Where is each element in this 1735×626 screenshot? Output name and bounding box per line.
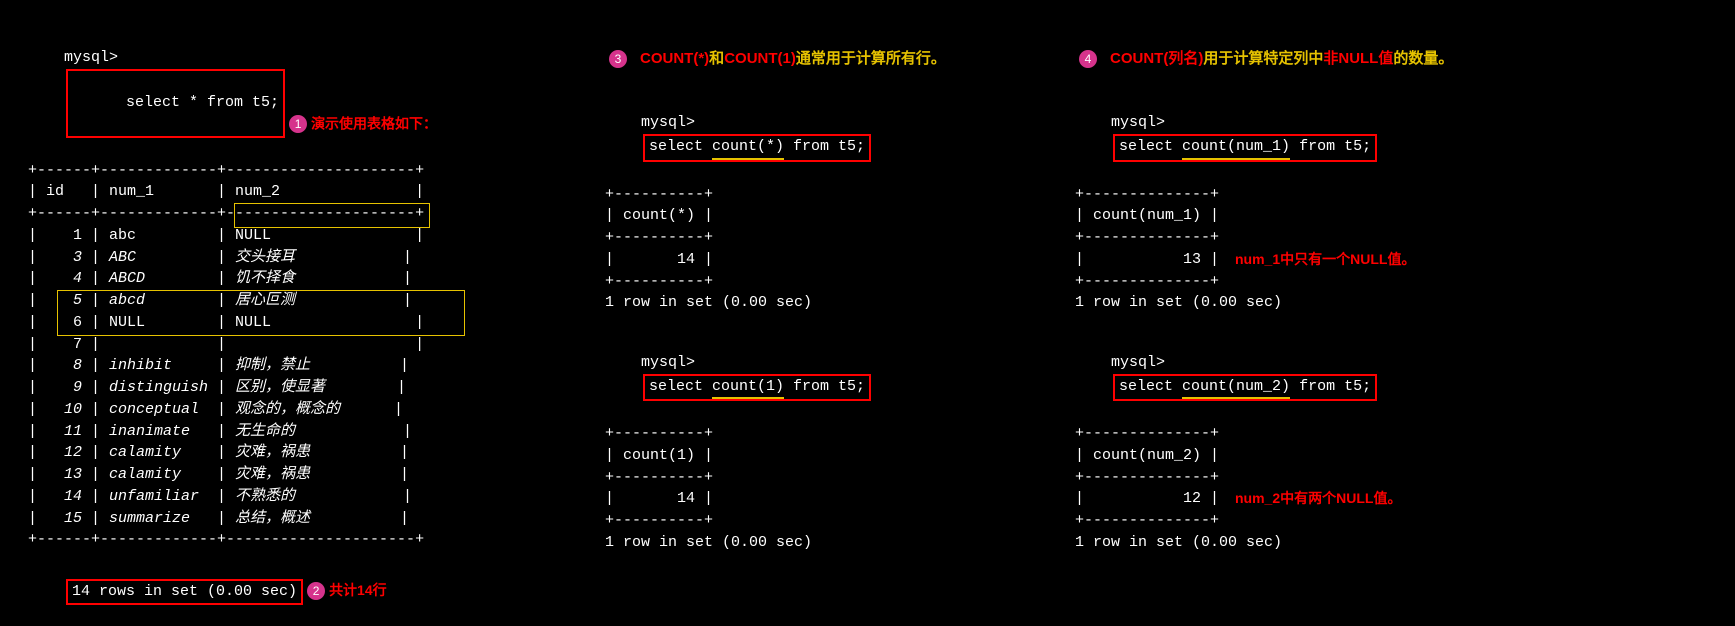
underline-count-num1: count(num_1) <box>1182 136 1290 160</box>
underline-count-num2: count(num_2) <box>1182 376 1290 400</box>
caption-3-line: 3 COUNT(*)和COUNT(1)通常用于计算所有行。 <box>605 48 1065 71</box>
result-count-star: +----------+ | count(*) | +----------+ |… <box>605 184 1065 315</box>
query-line-1: mysql> select * from t5; 1演示使用表格如下： <box>28 25 588 160</box>
query-box: select count(*) from t5; <box>643 134 871 162</box>
table-row: | 4 | ABCD | 饥不择食 | <box>28 270 412 287</box>
mysql-prompt: mysql> <box>1111 114 1165 131</box>
table-row: | 13 | calamity | 灾难，祸患 | <box>28 466 409 483</box>
footer-text: 14 rows in set (0.00 sec) <box>72 583 297 600</box>
bullet-3: 3 <box>609 50 627 68</box>
footer-line: 14 rows in set (0.00 sec) 2共计14行 <box>28 557 588 626</box>
bullet-2: 2 <box>307 582 325 600</box>
table-row: | 6 | NULL | NULL | <box>28 314 424 331</box>
query-1-box: select * from t5; <box>66 69 285 138</box>
table-row: | 7 | | | <box>28 336 424 353</box>
query-box: select count(num_2) from t5; <box>1113 374 1377 402</box>
table-row: | 14 | unfamiliar | 不熟悉的 | <box>28 488 412 505</box>
query-box: select count(num_1) from t5; <box>1113 134 1377 162</box>
table-row: | 11 | inanimate | 无生命的 | <box>28 423 412 440</box>
table-hr-mid: +------+-------------+------------------… <box>28 205 424 222</box>
footer-box: 14 rows in set (0.00 sec) <box>66 579 303 605</box>
bullet-1: 1 <box>289 115 307 133</box>
table-row: | 12 | calamity | 灾难，祸患 | <box>28 444 409 461</box>
table-hr-top: +------+-------------+------------------… <box>28 162 424 179</box>
column-2: 3 COUNT(*)和COUNT(1)通常用于计算所有行。 mysql> sel… <box>605 48 1065 554</box>
column-1: mysql> select * from t5; 1演示使用表格如下： +---… <box>28 25 588 626</box>
query-line-count-1: mysql> select count(1) from t5; <box>605 330 1065 423</box>
table-row: | 15 | summarize | 总结，概述 | <box>28 510 409 527</box>
query-box: select count(1) from t5; <box>643 374 871 402</box>
mysql-prompt: mysql> <box>64 49 118 66</box>
underline-count-1: count(1) <box>712 376 784 400</box>
footer-caption: 共计14行 <box>329 582 387 598</box>
table-row: | 8 | inhibit | 抑制，禁止 | <box>28 357 409 374</box>
table-row: | 1 | abc | NULL | <box>28 227 424 244</box>
caption-3: COUNT(*)和COUNT(1)通常用于计算所有行。 <box>640 50 946 67</box>
mysql-prompt: mysql> <box>641 354 695 371</box>
mysql-prompt: mysql> <box>1111 354 1165 371</box>
note-num1: num_1中只有一个NULL值。 <box>1235 249 1415 269</box>
mysql-prompt: mysql> <box>641 114 695 131</box>
query-line-count-star: mysql> select count(*) from t5; <box>605 91 1065 184</box>
table-row: | 3 | ABC | 交头接耳 | <box>28 249 412 266</box>
query-line-count-num1: mysql> select count(num_1) from t5; <box>1075 91 1715 184</box>
caption-4-line: 4 COUNT(列名)用于计算特定列中非NULL值的数量。 <box>1075 48 1715 71</box>
bullet-4: 4 <box>1079 50 1097 68</box>
table-row: | 5 | abcd | 居心叵测 | <box>28 292 412 309</box>
query-1-text: select * from t5; <box>126 94 279 111</box>
note-num2: num_2中有两个NULL值。 <box>1235 488 1401 508</box>
result-count-1: +----------+ | count(1) | +----------+ |… <box>605 423 1065 554</box>
caption-1: 演示使用表格如下： <box>311 115 437 131</box>
table-header: | id | num_1 | num_2 | <box>28 183 424 200</box>
table-output: +------+-------------+------------------… <box>28 160 588 552</box>
table-row: | 9 | distinguish | 区别，使显著 | <box>28 379 406 396</box>
caption-4: COUNT(列名)用于计算特定列中非NULL值的数量。 <box>1110 50 1453 67</box>
table-hr-bot: +------+-------------+------------------… <box>28 531 424 548</box>
table-row: | 10 | conceptual | 观念的，概念的 | <box>28 401 403 418</box>
column-3: 4 COUNT(列名)用于计算特定列中非NULL值的数量。 mysql> sel… <box>1075 48 1715 554</box>
underline-count-star: count(*) <box>712 136 784 160</box>
query-line-count-num2: mysql> select count(num_2) from t5; <box>1075 330 1715 423</box>
